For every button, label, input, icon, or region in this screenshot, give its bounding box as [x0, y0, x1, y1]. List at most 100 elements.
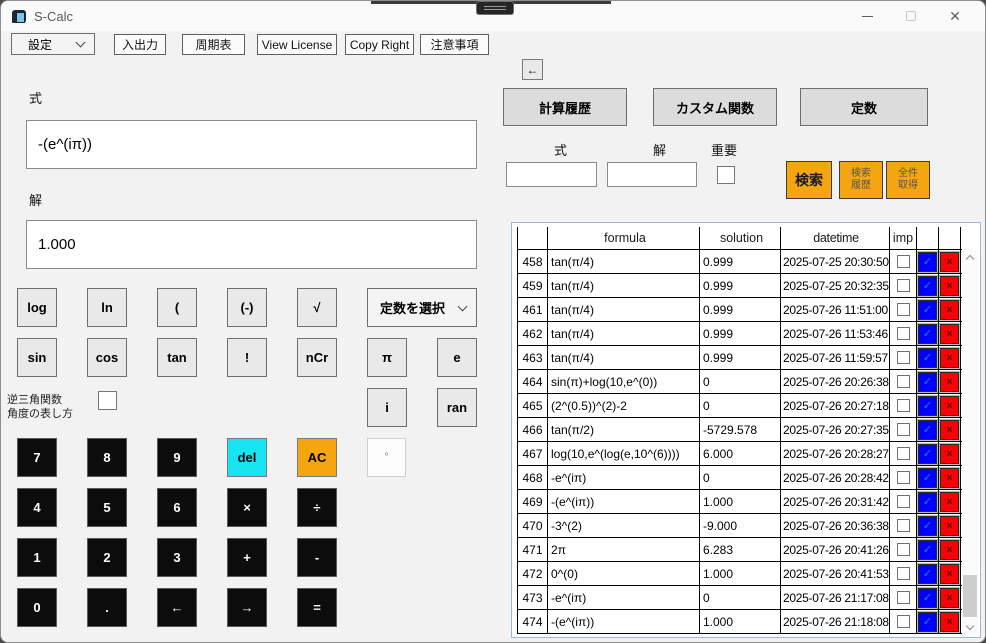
row-imp-checkbox[interactable] — [896, 567, 910, 580]
key-plus[interactable]: + — [227, 538, 267, 577]
key-7[interactable]: 7 — [17, 438, 57, 477]
formula-input[interactable] — [26, 120, 477, 169]
row-delete-button[interactable]: × — [939, 442, 960, 465]
row-check-button[interactable]: ✓ — [917, 322, 938, 345]
row-delete-button[interactable]: × — [939, 562, 960, 585]
search-button[interactable]: 検索 — [786, 161, 832, 199]
row-delete-button[interactable]: × — [939, 538, 960, 561]
menu-button-view-license[interactable]: View License — [257, 34, 337, 55]
sin-button[interactable]: sin — [17, 338, 57, 377]
table-row[interactable]: 471 2π 6.283 2025-07-26 20:41:26 ✓ × — [518, 538, 963, 562]
search-history-button[interactable]: 検索 履歴 — [839, 161, 883, 199]
menu-button-notes[interactable]: 注意事項 — [420, 34, 489, 55]
i-button[interactable]: i — [367, 388, 407, 427]
header-solution[interactable]: solution — [700, 227, 781, 249]
row-check-button[interactable]: ✓ — [917, 442, 938, 465]
row-delete-button[interactable]: × — [939, 418, 960, 441]
collapse-button[interactable]: ← — [522, 59, 543, 80]
key-decimal[interactable]: . — [87, 588, 127, 627]
row-imp-checkbox[interactable] — [896, 519, 910, 532]
row-imp-checkbox[interactable] — [896, 279, 910, 292]
header-datetime[interactable]: datetime — [781, 227, 890, 249]
key-delete[interactable]: del — [227, 438, 267, 477]
key-1[interactable]: 1 — [17, 538, 57, 577]
header-imp[interactable]: imp — [890, 227, 917, 249]
row-imp-checkbox[interactable] — [896, 471, 910, 484]
menu-button-periodic-table[interactable]: 周期表 — [182, 34, 245, 55]
row-imp-checkbox[interactable] — [896, 423, 910, 436]
row-imp-checkbox[interactable] — [896, 447, 910, 460]
table-row[interactable]: 458 tan(π/4) 0.999 2025-07-25 20:30:50 ✓… — [518, 250, 963, 274]
table-scrollbar[interactable] — [962, 249, 978, 635]
search-formula-input[interactable] — [506, 162, 597, 187]
row-check-button[interactable]: ✓ — [917, 346, 938, 369]
close-button[interactable]: ✕ — [933, 1, 977, 31]
nav-custom-functions-button[interactable]: カスタム関数 — [653, 88, 777, 126]
key-multiply[interactable]: × — [227, 488, 267, 527]
constants-select[interactable]: 定数を選択 — [367, 288, 477, 327]
menu-button-copyright[interactable]: Copy Right — [345, 34, 414, 55]
table-row[interactable]: 461 tan(π/4) 0.999 2025-07-26 11:51:00 ✓… — [518, 298, 963, 322]
scrollbar-thumb[interactable] — [963, 575, 977, 617]
important-checkbox[interactable] — [717, 166, 735, 184]
table-row[interactable]: 474 -(e^(iπ)) 1.000 2025-07-26 21:18:08 … — [518, 610, 963, 634]
row-delete-button[interactable]: × — [939, 322, 960, 345]
row-imp-checkbox[interactable] — [896, 303, 910, 316]
row-delete-button[interactable]: × — [939, 274, 960, 297]
table-row[interactable]: 464 sin(π)+log(10,e^(0)) 0 2025-07-26 20… — [518, 370, 963, 394]
scroll-up-icon[interactable] — [962, 249, 978, 265]
row-imp-checkbox[interactable] — [896, 615, 910, 628]
table-row[interactable]: 462 tan(π/4) 0.999 2025-07-26 11:53:46 ✓… — [518, 322, 963, 346]
row-check-button[interactable]: ✓ — [917, 538, 938, 561]
row-delete-button[interactable]: × — [939, 490, 960, 513]
settings-dropdown[interactable]: 設定 — [11, 33, 95, 55]
key-5[interactable]: 5 — [87, 488, 127, 527]
nav-calc-history-button[interactable]: 計算履歴 — [503, 88, 627, 126]
key-3[interactable]: 3 — [157, 538, 197, 577]
row-check-button[interactable]: ✓ — [917, 298, 938, 321]
row-check-button[interactable]: ✓ — [917, 274, 938, 297]
menu-button-io[interactable]: 入出力 — [114, 34, 166, 55]
key-equals[interactable]: = — [297, 588, 337, 627]
row-imp-checkbox[interactable] — [896, 327, 910, 340]
key-4[interactable]: 4 — [17, 488, 57, 527]
row-check-button[interactable]: ✓ — [917, 490, 938, 513]
key-cursor-left[interactable]: ← — [157, 588, 197, 627]
key-0[interactable]: 0 — [17, 588, 57, 627]
row-delete-button[interactable]: × — [939, 466, 960, 489]
table-row[interactable]: 472 0^(0) 1.000 2025-07-26 20:41:53 ✓ × — [518, 562, 963, 586]
row-delete-button[interactable]: × — [939, 586, 960, 609]
cos-button[interactable]: cos — [87, 338, 127, 377]
factorial-button[interactable]: ! — [227, 338, 267, 377]
key-minus[interactable]: - — [297, 538, 337, 577]
minimize-button[interactable] — [845, 1, 889, 31]
negate-button[interactable]: (-) — [227, 288, 267, 327]
header-formula[interactable]: formula — [548, 227, 700, 249]
key-6[interactable]: 6 — [157, 488, 197, 527]
row-delete-button[interactable]: × — [939, 298, 960, 321]
e-button[interactable]: e — [437, 338, 477, 377]
row-imp-checkbox[interactable] — [896, 591, 910, 604]
pi-button[interactable]: π — [367, 338, 407, 377]
degree-button[interactable]: ° — [367, 438, 406, 477]
table-row[interactable]: 470 -3^(2) -9.000 2025-07-26 20:36:38 ✓ … — [518, 514, 963, 538]
search-solution-input[interactable] — [607, 162, 697, 187]
row-delete-button[interactable]: × — [939, 514, 960, 537]
row-check-button[interactable]: ✓ — [917, 514, 938, 537]
row-delete-button[interactable]: × — [939, 610, 960, 633]
sqrt-button[interactable]: √ — [297, 288, 337, 327]
row-check-button[interactable]: ✓ — [917, 250, 938, 273]
row-imp-checkbox[interactable] — [896, 255, 910, 268]
key-cursor-right[interactable]: → — [227, 588, 267, 627]
nav-constants-button[interactable]: 定数 — [800, 88, 928, 126]
row-imp-checkbox[interactable] — [896, 495, 910, 508]
paren-button[interactable]: ( — [157, 288, 197, 327]
table-row[interactable]: 465 (2^(0.5))^(2)-2 0 2025-07-26 20:27:1… — [518, 394, 963, 418]
row-check-button[interactable]: ✓ — [917, 586, 938, 609]
table-row[interactable]: 463 tan(π/4) 0.999 2025-07-26 11:59:57 ✓… — [518, 346, 963, 370]
ln-button[interactable]: ln — [87, 288, 127, 327]
row-delete-button[interactable]: × — [939, 394, 960, 417]
table-row[interactable]: 459 tan(π/4) 0.999 2025-07-25 20:32:35 ✓… — [518, 274, 963, 298]
tan-button[interactable]: tan — [157, 338, 197, 377]
table-row[interactable]: 468 -e^(iπ) 0 2025-07-26 20:28:42 ✓ × — [518, 466, 963, 490]
